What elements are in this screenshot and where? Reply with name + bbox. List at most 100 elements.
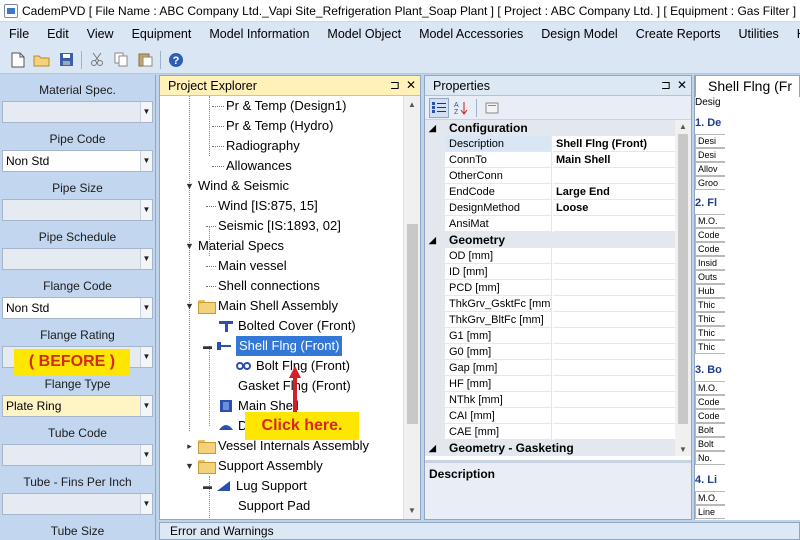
menu-view[interactable]: View — [78, 22, 123, 46]
tree-item[interactable]: Pr & Temp (Design1) — [212, 96, 346, 116]
toolbar-separator — [476, 98, 477, 117]
copy-icon[interactable] — [110, 49, 132, 71]
collapse-icon[interactable]: ◢ — [429, 440, 436, 456]
project-tree: Pr & Temp (Design1) Pr & Temp (Hydro) Ra… — [160, 96, 420, 519]
collapse-icon[interactable]: ▬ — [202, 341, 213, 352]
pipe-size-dropdown[interactable]: ▼ — [2, 199, 153, 221]
close-icon[interactable]: ✕ — [406, 78, 416, 92]
doc-cell: Thic — [695, 340, 725, 354]
expand-icon[interactable]: ▸ — [184, 441, 195, 452]
tube-code-dropdown[interactable]: ▼ — [2, 444, 153, 466]
chevron-down-icon[interactable]: ▼ — [140, 396, 152, 416]
svg-text:Z: Z — [454, 109, 459, 115]
collapse-icon[interactable]: ▼ — [184, 181, 195, 192]
document-tab[interactable]: Shell Flng (Fr — [695, 75, 800, 97]
tree-item-shell-flng-front[interactable]: ▬ Shell Flng (Front) — [202, 336, 343, 356]
menu-create-reports[interactable]: Create Reports — [627, 22, 730, 46]
collapse-icon[interactable]: ▼ — [184, 301, 195, 312]
collapse-icon[interactable]: ▬ — [202, 481, 213, 492]
pin-icon[interactable]: ⊐ — [390, 78, 400, 92]
menu-model-accessories[interactable]: Model Accessories — [410, 22, 532, 46]
tree-item[interactable]: Allowances — [212, 156, 292, 176]
tree-item[interactable]: Pr & Temp (Hydro) — [212, 116, 333, 136]
tree-item[interactable]: Wind [IS:875, 15] — [206, 196, 318, 216]
scroll-thumb[interactable] — [407, 224, 418, 424]
menu-model-object[interactable]: Model Object — [318, 22, 410, 46]
scroll-down-icon[interactable]: ▼ — [408, 506, 416, 515]
error-warnings-bar[interactable]: Error and Warnings — [159, 522, 800, 540]
tree-item[interactable]: ▬ Lug Support — [202, 476, 307, 496]
description-label: Description — [429, 467, 496, 481]
tree-item-main-shell-assembly[interactable]: ▼ Main Shell Assembly — [184, 296, 338, 316]
cut-icon[interactable] — [86, 49, 108, 71]
chevron-down-icon[interactable]: ▼ — [140, 102, 152, 122]
pipe-code-dropdown[interactable]: Non Std ▼ — [2, 150, 153, 172]
bolt-icon — [236, 362, 251, 370]
close-icon[interactable]: ✕ — [677, 78, 687, 92]
pipe-schedule-dropdown[interactable]: ▼ — [2, 248, 153, 270]
collapse-icon[interactable]: ▼ — [184, 241, 195, 252]
collapse-icon[interactable]: ◢ — [429, 232, 436, 248]
menu-help[interactable]: He — [788, 22, 800, 46]
flange-code-dropdown[interactable]: Non Std ▼ — [2, 297, 153, 319]
sort-alphabetical-icon[interactable]: AZ — [451, 98, 471, 118]
menu-design-model[interactable]: Design Model — [532, 22, 626, 46]
chevron-down-icon[interactable]: ▼ — [140, 494, 152, 514]
collapse-icon[interactable]: ▼ — [184, 461, 195, 472]
chevron-down-icon[interactable]: ▼ — [140, 445, 152, 465]
chevron-down-icon[interactable]: ▼ — [140, 200, 152, 220]
chevron-down-icon[interactable]: ▼ — [140, 151, 152, 171]
menu-model-information[interactable]: Model Information — [200, 22, 318, 46]
menu-file[interactable]: File — [0, 22, 38, 46]
scroll-up-icon[interactable]: ▲ — [408, 100, 416, 109]
doc-cell: Bolt — [695, 437, 725, 451]
menu-utilities[interactable]: Utilities — [729, 22, 787, 46]
properties-title: Properties — [433, 78, 490, 93]
doc-cell: No. — [695, 451, 725, 465]
main-toolbar: ? — [0, 46, 800, 74]
dish-end-icon — [219, 425, 233, 430]
menu-edit[interactable]: Edit — [38, 22, 78, 46]
tree-item[interactable]: Bolted Cover (Front) — [218, 316, 356, 336]
tree-item[interactable]: Radiography — [212, 136, 300, 156]
material-spec-dropdown[interactable]: ▼ — [2, 101, 153, 123]
doc-cell: M.O. — [695, 491, 725, 505]
window-title: CademPVD [ File Name : ABC Company Ltd._… — [22, 3, 797, 18]
doc-cell: Hub — [695, 284, 725, 298]
tube-fins-dropdown[interactable]: ▼ — [2, 493, 153, 515]
tree-item-wind-seismic[interactable]: ▼ Wind & Seismic — [184, 176, 289, 196]
doc-cell: Code — [695, 228, 725, 242]
document-body: Desig 1. De Desi Desi Allov Groo 2. Fl M… — [613, 97, 800, 520]
flange-type-label: Flange Type — [44, 377, 111, 391]
paste-icon[interactable] — [134, 49, 156, 71]
pin-icon[interactable]: ⊐ — [661, 78, 671, 92]
tree-item[interactable]: D — [218, 416, 247, 436]
tree-item[interactable]: Main vessel — [206, 256, 287, 276]
tree-scrollbar[interactable]: ▲ ▼ — [403, 96, 420, 519]
chevron-down-icon[interactable]: ▼ — [140, 347, 152, 367]
tree-item[interactable]: Seismic [IS:1893, 02] — [206, 216, 341, 236]
menu-equipment[interactable]: Equipment — [123, 22, 201, 46]
doc-cell: Code — [695, 395, 725, 409]
collapse-icon[interactable]: ◢ — [429, 120, 436, 136]
save-icon[interactable] — [55, 49, 77, 71]
material-spec-label: Material Spec. — [39, 83, 116, 97]
help-icon[interactable]: ? — [165, 49, 187, 71]
doc-cell: Desi — [695, 134, 725, 148]
tree-item[interactable]: Support Pad — [238, 496, 310, 516]
open-folder-icon[interactable] — [31, 49, 53, 71]
chevron-down-icon[interactable]: ▼ — [140, 298, 152, 318]
tree-item[interactable]: Shell connections — [206, 276, 320, 296]
tree-item-support-assembly[interactable]: ▼ Support Assembly — [184, 456, 323, 476]
flange-code-label: Flange Code — [43, 279, 112, 293]
property-pages-icon[interactable] — [482, 98, 502, 118]
toolbar-separator — [81, 50, 82, 69]
doc-cell: Thic — [695, 326, 725, 340]
spec-side-panel: Material Spec. ▼ Pipe Code Non Std ▼ Pipe… — [0, 75, 156, 540]
tree-item-material-specs[interactable]: ▼ Material Specs — [184, 236, 284, 256]
flange-type-dropdown[interactable]: Plate Ring ▼ — [2, 395, 153, 417]
menu-bar: File Edit View Equipment Model Informati… — [0, 22, 800, 46]
chevron-down-icon[interactable]: ▼ — [140, 249, 152, 269]
new-file-icon[interactable] — [7, 49, 29, 71]
categorized-view-icon[interactable] — [429, 97, 449, 118]
